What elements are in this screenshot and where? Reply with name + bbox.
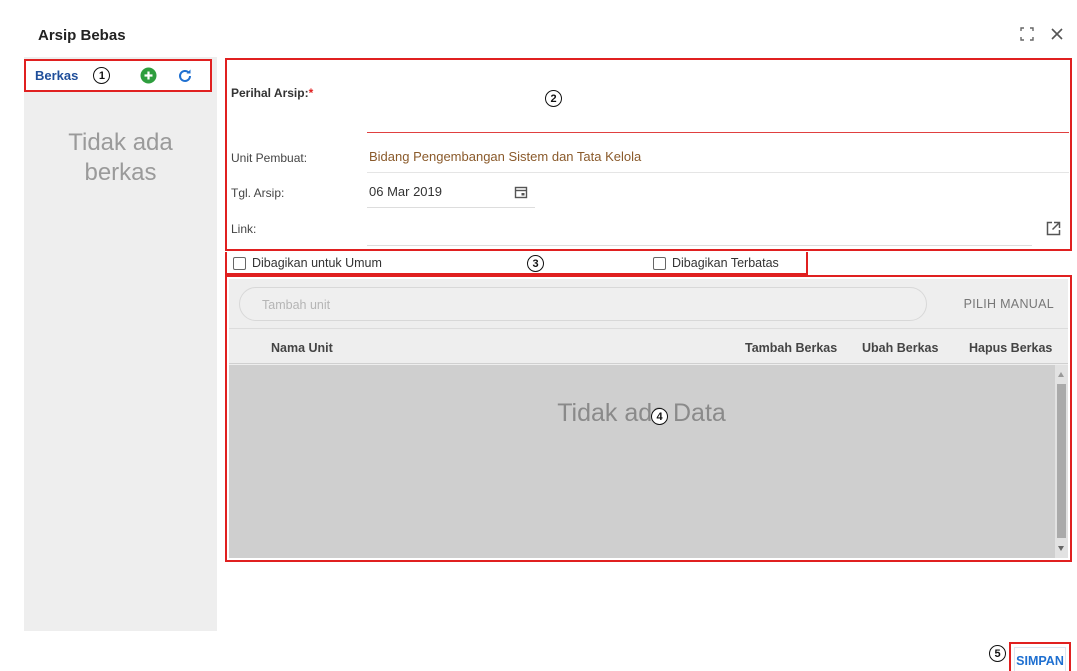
unit-sharing-panel: Tambah unit PILIH MANUAL Nama Unit Tamba… — [225, 275, 1072, 562]
dialog-header-icons — [1019, 26, 1065, 42]
unit-divider — [367, 172, 1069, 173]
unit-pembuat-label: Unit Pembuat: — [231, 151, 308, 165]
callout-3: 3 — [527, 255, 544, 272]
col-nama-unit: Nama Unit — [271, 341, 333, 355]
checkbox-terbatas-label: Dibagikan Terbatas — [672, 256, 779, 270]
empty-berkas-text: Tidak ada berkas — [24, 128, 217, 188]
external-link-icon[interactable] — [1045, 220, 1062, 237]
arsip-form: Perihal Arsip:* 2 Unit Pembuat: Bidang P… — [225, 58, 1072, 251]
scroll-up-arrow[interactable] — [1058, 372, 1064, 377]
berkas-header: Berkas 1 — [24, 59, 212, 92]
tgl-arsip-input[interactable]: 06 Mar 2019 — [369, 184, 442, 199]
close-icon[interactable] — [1049, 26, 1065, 42]
pilih-manual-button[interactable]: PILIH MANUAL — [964, 297, 1054, 311]
simpan-highlight: SIMPAN — [1009, 642, 1071, 671]
checkbox-umum-box[interactable] — [233, 256, 246, 270]
checkbox-umum-label: Dibagikan untuk Umum — [252, 256, 382, 270]
empty-berkas-line1: Tidak ada — [68, 129, 173, 156]
callout-5: 5 — [989, 645, 1006, 662]
callout-2: 2 — [545, 90, 562, 107]
col-hapus-berkas: Hapus Berkas — [969, 341, 1053, 355]
checkbox-terbatas[interactable]: Dibagikan Terbatas — [653, 256, 779, 270]
empty-berkas-line2: berkas — [84, 159, 157, 186]
arsip-dialog: Arsip Bebas Berkas 1 Tidak ada berkas Pe… — [20, 10, 1077, 671]
checkbox-umum[interactable]: Dibagikan untuk Umum — [233, 256, 382, 270]
tgl-divider — [367, 207, 535, 208]
add-icon[interactable] — [140, 67, 157, 84]
perihal-input[interactable] — [367, 132, 1069, 133]
scroll-down-arrow[interactable] — [1058, 546, 1064, 551]
unit-panel-inner: Tambah unit PILIH MANUAL Nama Unit Tamba… — [229, 279, 1068, 558]
tambah-unit-input[interactable]: Tambah unit — [239, 287, 927, 321]
refresh-icon[interactable] — [177, 68, 193, 84]
share-options: Dibagikan untuk Umum 3 Dibagikan Terbata… — [225, 252, 808, 275]
checkbox-terbatas-box[interactable] — [653, 256, 666, 270]
calendar-icon[interactable] — [514, 185, 528, 199]
empty-data-text: Tidak ada Data — [557, 399, 726, 427]
col-tambah-berkas: Tambah Berkas — [745, 341, 838, 355]
berkas-label: Berkas — [35, 68, 79, 83]
maximize-icon[interactable] — [1019, 26, 1035, 42]
col-ubah-berkas: Ubah Berkas — [862, 341, 939, 355]
unit-table-header: Nama Unit Tambah Berkas Ubah Berkas Hapu… — [229, 328, 1068, 364]
link-input[interactable] — [367, 245, 1032, 246]
link-label: Link: — [231, 222, 257, 236]
table-scrollbar[interactable] — [1055, 365, 1068, 558]
tambah-unit-placeholder: Tambah unit — [262, 298, 331, 312]
tgl-arsip-label: Tgl. Arsip: — [231, 186, 285, 200]
callout-4: 4 — [651, 408, 668, 425]
save-button[interactable]: SIMPAN — [1014, 647, 1066, 671]
unit-pembuat-value: Bidang Pengembangan Sistem dan Tata Kelo… — [369, 149, 642, 164]
scroll-thumb[interactable] — [1057, 384, 1066, 538]
unit-table-body: Tidak ada Data 4 — [229, 365, 1068, 558]
perihal-label: Perihal Arsip:* — [231, 86, 314, 100]
callout-1: 1 — [93, 67, 111, 84]
dialog-title: Arsip Bebas — [38, 27, 126, 44]
